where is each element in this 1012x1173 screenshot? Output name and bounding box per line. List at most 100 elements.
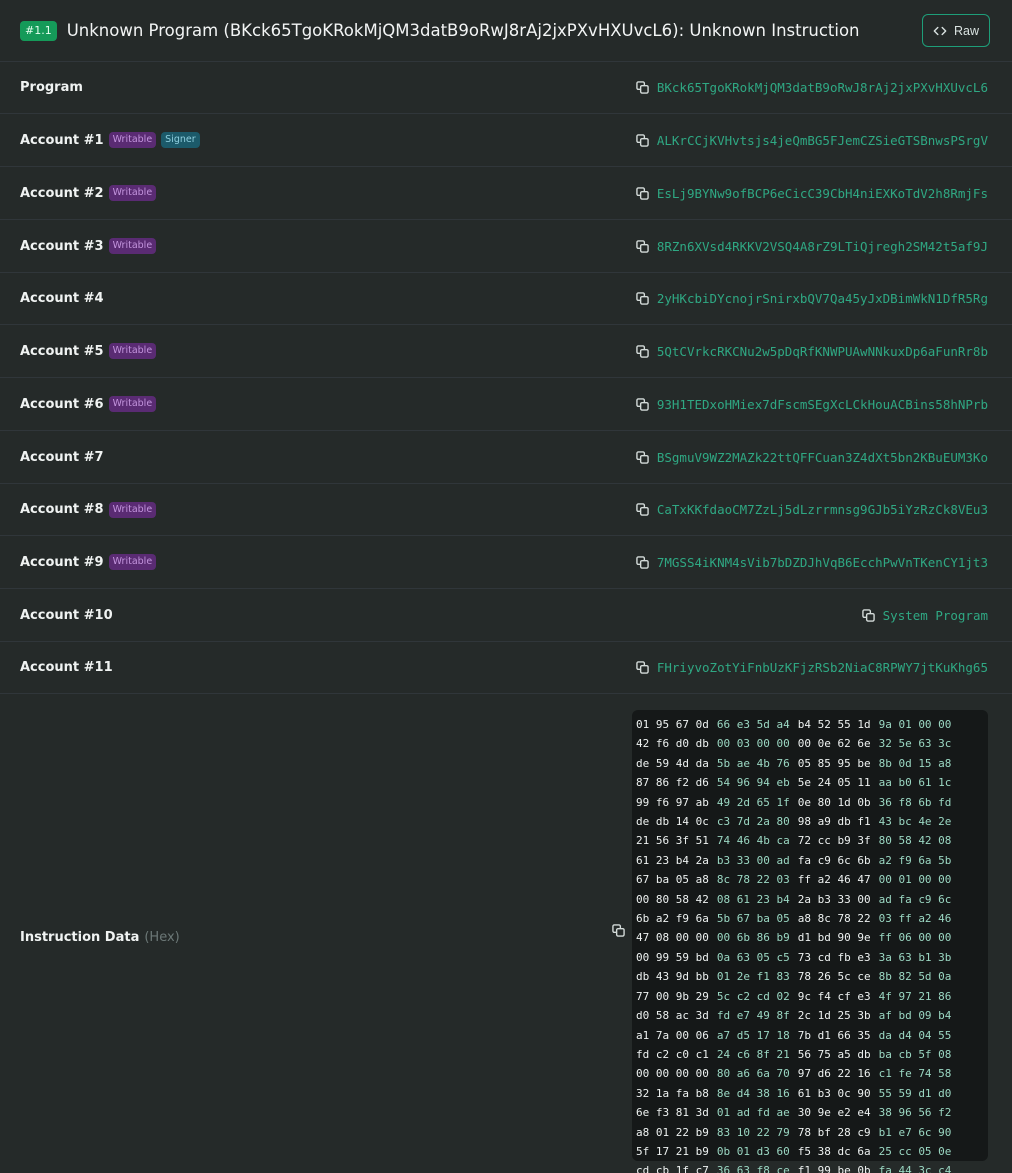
copy-icon [636, 450, 649, 464]
address-text[interactable]: CaTxKKfdaoCM7ZzLj5dLzrrmnsg9GJb5iYzRzCk8… [657, 502, 988, 517]
address-link[interactable]: BKck65TgoKRokMjQM3datB9oRwJ8rAj2jxPXvHXU… [636, 80, 988, 95]
hex-group: 80 a6 6a 70 [716, 1067, 790, 1081]
address-text[interactable]: BSgmuV9WZ2MAZk22ttQFFCuan3Z4dXt5bn2KBuEU… [657, 450, 988, 465]
writable-badge: Writable [108, 343, 157, 359]
writable-badge: Writable [108, 132, 157, 148]
address-link[interactable]: 93H1TEDxoHMiex7dFscmSEgXcLCkHouACBins58h… [636, 397, 988, 412]
row-label-text: Account #6 [20, 396, 104, 412]
hex-group: da d4 04 55 [878, 1028, 952, 1042]
copy-address-button[interactable] [636, 503, 649, 516]
hex-line: 01 95 67 0d 66 e3 5d a4 b4 52 55 1d 9a 01 0… [636, 715, 984, 734]
hex-group: 6b a2 f9 6a [636, 912, 709, 926]
hex-group: 2c 1d 25 3b [797, 1009, 871, 1023]
hex-group: 00 0e 62 6e [797, 737, 871, 751]
address-link[interactable]: BSgmuV9WZ2MAZk22ttQFFCuan3Z4dXt5bn2KBuEU… [636, 450, 988, 465]
copy-icon [636, 292, 649, 305]
hex-group: 7b d1 66 35 [797, 1028, 871, 1042]
address-link[interactable]: ALKrCCjKVHvtsjs4jeQmBG5FJemCZSieGTSBnwsP… [636, 133, 988, 148]
address-text[interactable]: 8RZn6XVsd4RKKV2VSQ4A8rZ9LTiQjregh2SM42t5… [657, 239, 988, 254]
instruction-data-row: Instruction Data (Hex) 01 95 67 0d 66 e3 … [0, 694, 1012, 1173]
copy-address-button[interactable] [636, 292, 649, 305]
address-link[interactable]: 7MGSS4iKNM4sVib7bDZDJhVqB6EcchPwVnTKenCY… [636, 555, 988, 570]
hex-group: 00 80 58 42 [636, 892, 709, 906]
hex-group: 0a 63 05 c5 [716, 950, 790, 964]
hex-group: 25 cc 05 0e [878, 1144, 952, 1158]
hex-group: 5b ae 4b 76 [716, 756, 790, 770]
raw-button[interactable]: Raw [921, 14, 990, 47]
copy-icon [636, 133, 649, 147]
hex-group: 56 75 a5 db [797, 1047, 871, 1061]
row-label-text: Account #1 [20, 132, 104, 148]
copy-address-button[interactable] [861, 608, 875, 622]
hex-group: 83 10 22 79 [716, 1125, 790, 1139]
writable-badge: Writable [108, 238, 157, 254]
hex-group: 78 bf 28 c9 [797, 1125, 871, 1139]
account-row: Account #2 Writable EsLj9BYNw9ofBCP6eCicC… [0, 167, 1012, 220]
instruction-data-label: Instruction Data (Hex) [20, 930, 180, 945]
address-link[interactable]: EsLj9BYNw9ofBCP6eCicC39CbH4niEXKoTdV2h8R… [636, 186, 988, 201]
account-row: Account #10 System Program [0, 589, 1012, 642]
address-link[interactable]: 2yHKcbiDYcnojrSnirxbQV7Qa45yJxDBimWkN1Df… [636, 291, 988, 306]
hex-group: 99 f6 97 ab [636, 795, 709, 809]
row-label: Account #11 [20, 660, 113, 675]
row-label: Account #4 [20, 291, 104, 306]
hex-line: 00 80 58 42 08 61 23 b4 2a b3 33 00 ad fa c… [636, 890, 984, 909]
address-text[interactable]: BKck65TgoKRokMjQM3datB9oRwJ8rAj2jxPXvHXU… [657, 80, 988, 95]
copy-address-button[interactable] [636, 186, 649, 200]
copy-address-button[interactable] [636, 555, 649, 569]
row-label-text: Account #5 [20, 343, 104, 359]
hex-group: 01 ad fd ae [716, 1106, 790, 1120]
copy-data-button[interactable] [612, 922, 625, 941]
account-row: Account #8 Writable CaTxKKfdaoCM7ZzLj5dLz… [0, 484, 1012, 536]
address-text[interactable]: 93H1TEDxoHMiex7dFscmSEgXcLCkHouACBins58h… [657, 397, 988, 412]
hex-group: b4 52 55 1d [797, 718, 871, 731]
hex-line: 77 00 9b 29 5c c2 cd 02 9c f4 cf e3 4f 97 2… [636, 987, 984, 1006]
copy-icon [636, 661, 649, 674]
address-link[interactable]: CaTxKKfdaoCM7ZzLj5dLzrrmnsg9GJb5iYzRzCk8… [636, 502, 988, 517]
hex-group: af bd 09 b4 [878, 1009, 952, 1023]
hex-group: 47 08 00 00 [636, 931, 709, 945]
hex-group: 3a 63 b1 3b [878, 950, 952, 964]
hex-group: 00 00 00 00 [636, 1067, 709, 1081]
address-link[interactable]: System Program [861, 608, 988, 623]
hex-group: 00 03 00 00 [716, 737, 790, 751]
hex-group: 08 61 23 b4 [716, 892, 790, 906]
hex-group: 00 6b 86 b9 [716, 931, 790, 945]
copy-icon [636, 239, 649, 253]
address-text[interactable]: EsLj9BYNw9ofBCP6eCicC39CbH4niEXKoTdV2h8R… [657, 186, 988, 201]
hex-group: de db 14 0c [636, 815, 709, 829]
copy-icon [636, 397, 649, 411]
copy-icon [636, 503, 649, 516]
hex-group: 38 96 56 f2 [878, 1106, 952, 1120]
row-label: Account #9 Writable [20, 554, 157, 570]
address-text[interactable]: System Program [883, 608, 988, 623]
hex-group: 01 95 67 0d [636, 718, 709, 731]
address-link[interactable]: FHriyvoZotYiFnbUzKFjzRSb2NiaC8RPWY7jtKuK… [636, 660, 988, 675]
address-text[interactable]: ALKrCCjKVHvtsjs4jeQmBG5FJemCZSieGTSBnwsP… [657, 133, 988, 148]
address-link[interactable]: 8RZn6XVsd4RKKV2VSQ4A8rZ9LTiQjregh2SM42t5… [636, 239, 988, 254]
hex-line: cd cb 1f c7 36 63 f8 ce f1 99 be 0b fa 44 3… [636, 1161, 984, 1173]
hex-group: 78 26 5c ce [797, 970, 871, 984]
copy-address-button[interactable] [636, 344, 649, 358]
copy-address-button[interactable] [636, 661, 649, 674]
hex-group: 5b 67 ba 05 [716, 912, 790, 926]
writable-badge: Writable [108, 554, 157, 570]
row-label: Account #7 [20, 450, 104, 465]
copy-address-button[interactable] [636, 239, 649, 253]
hex-group: fa c9 6c 6b [797, 853, 871, 867]
address-text[interactable]: 2yHKcbiDYcnojrSnirxbQV7Qa45yJxDBimWkN1Df… [657, 291, 988, 306]
copy-icon [636, 186, 649, 200]
copy-address-button[interactable] [636, 397, 649, 411]
account-row: Account #4 2yHKcbiDYcnojrSnirxbQV7Qa45yJ… [0, 273, 1012, 325]
hex-group: d0 58 ac 3d [636, 1009, 709, 1023]
row-label-text: Account #2 [20, 185, 104, 201]
copy-address-button[interactable] [636, 133, 649, 147]
hex-group: 5e 24 05 11 [797, 776, 871, 790]
copy-address-button[interactable] [636, 81, 649, 94]
accounts-list: Program BKck65TgoKRokMjQM3datB9oRwJ8rAj2… [0, 62, 1012, 694]
address-text[interactable]: 5QtCVrkcRKCNu2w5pDqRfKNWPUAwNNkuxDp6aFun… [657, 344, 988, 359]
address-link[interactable]: 5QtCVrkcRKCNu2w5pDqRfKNWPUAwNNkuxDp6aFun… [636, 344, 988, 359]
address-text[interactable]: FHriyvoZotYiFnbUzKFjzRSb2NiaC8RPWY7jtKuK… [657, 660, 988, 675]
address-text[interactable]: 7MGSS4iKNM4sVib7bDZDJhVqB6EcchPwVnTKenCY… [657, 555, 988, 570]
copy-address-button[interactable] [636, 450, 649, 464]
